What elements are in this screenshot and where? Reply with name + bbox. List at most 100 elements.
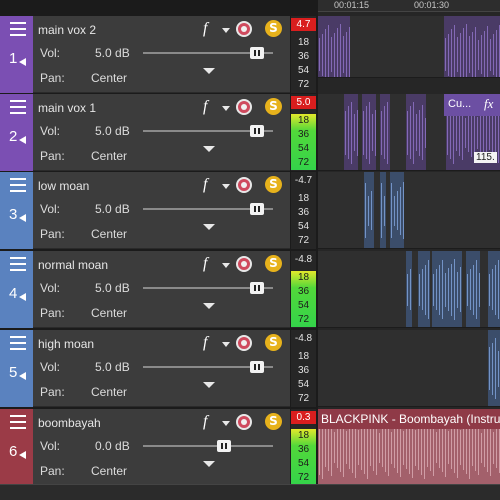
solo-icon[interactable]: S [265,20,282,37]
volume-slider-knob[interactable] [250,361,264,373]
audio-event[interactable] [418,251,430,327]
audio-event[interactable] [380,94,390,170]
fx-icon[interactable]: f [203,98,219,116]
track-arrow-icon [19,214,26,222]
pan-label: Pan: [40,227,65,241]
fx-icon[interactable]: f [203,20,219,38]
audio-event[interactable] [364,172,374,248]
pan-dropdown-icon[interactable] [203,382,215,388]
audio-event[interactable] [362,94,376,170]
fx-dropdown-icon[interactable] [222,28,230,33]
audio-event[interactable] [390,172,404,248]
peak-readout[interactable]: -4.7 [291,174,316,187]
pan-dropdown-icon[interactable] [203,224,215,230]
track-lane[interactable] [318,172,500,249]
clip-fx-icon[interactable]: fx [484,96,493,112]
peak-readout[interactable]: 0.3 [291,411,316,424]
automation-icon[interactable] [236,99,252,115]
audio-event[interactable] [444,16,500,77]
peak-readout[interactable]: 4.7 [291,18,316,31]
pan-dropdown-icon[interactable] [203,303,215,309]
audio-event[interactable] [406,251,412,327]
audio-event[interactable] [488,251,500,327]
track-color-strip[interactable]: 6 [0,409,33,486]
menu-icon[interactable] [10,178,26,192]
automation-icon[interactable] [236,335,252,351]
volume-slider-knob[interactable] [217,440,231,452]
track-color-strip[interactable]: 1 [0,16,33,93]
bottom-scrollbar[interactable] [0,484,500,500]
peak-readout[interactable]: -4.8 [291,253,316,266]
menu-icon[interactable] [10,415,26,429]
pan-dropdown-icon[interactable] [203,461,215,467]
solo-icon[interactable]: S [265,98,282,115]
time-ruler[interactable]: 00:01:15 00:01:30 [318,0,500,12]
menu-icon[interactable] [10,257,26,271]
pan-value: Center [91,385,128,399]
clip-header[interactable]: Cu... fx [444,94,500,116]
track-lane[interactable]: BLACKPINK - Boombayah (Instru [318,409,500,486]
fx-dropdown-icon[interactable] [222,342,230,347]
track-control-panel: main vox 1 f S Vol: 5.0 dB Pan: Center [33,94,290,171]
volume-slider-knob[interactable] [250,203,264,215]
clip-header[interactable]: BLACKPINK - Boombayah (Instru [318,409,500,429]
track-name[interactable]: boombayah [38,416,101,430]
track-color-strip[interactable]: 2 [0,94,33,171]
audio-event[interactable] [380,172,386,248]
audio-event[interactable] [406,94,426,170]
fx-icon[interactable]: f [203,176,219,194]
track-color-strip[interactable]: 4 [0,251,33,328]
fx-dropdown-icon[interactable] [222,421,230,426]
track-control-panel: high moan f S Vol: 5.0 dB Pan: Center [33,330,290,407]
track-lane[interactable]: Cu... fx 115. [318,94,500,171]
track-lane[interactable] [318,16,500,78]
volume-slider[interactable] [143,445,273,447]
automation-icon[interactable] [236,414,252,430]
solo-icon[interactable]: S [265,255,282,272]
fx-dropdown-icon[interactable] [222,263,230,268]
meter-scale: 18 36 54 72 [291,271,316,327]
track-name[interactable]: main vox 1 [38,101,96,115]
track-name[interactable]: high moan [38,337,94,351]
track-name[interactable]: normal moan [38,258,108,272]
volume-slider-knob[interactable] [250,125,264,137]
pan-dropdown-icon[interactable] [203,146,215,152]
fx-icon[interactable]: f [203,413,219,431]
fx-icon[interactable]: f [203,255,219,273]
solo-icon[interactable]: S [265,176,282,193]
peak-readout[interactable]: 5.0 [291,96,316,109]
meter-scale: 18 36 54 72 [291,350,316,406]
audio-event[interactable] [488,330,500,406]
menu-icon[interactable] [10,100,26,114]
pan-dropdown-icon[interactable] [203,68,215,74]
automation-icon[interactable] [236,177,252,193]
clip-title: Cu... [448,98,472,110]
automation-icon[interactable] [236,21,252,37]
fx-dropdown-icon[interactable] [222,106,230,111]
track-lane[interactable] [318,251,500,328]
solo-icon[interactable]: S [265,334,282,351]
meter-scale-label: 54 [297,143,310,154]
volume-slider-knob[interactable] [250,47,264,59]
volume-slider-knob[interactable] [250,282,264,294]
vol-value: 5.0 dB [95,360,130,374]
track-color-strip[interactable]: 5 [0,330,33,407]
meter-scale-label: 72 [297,314,310,325]
menu-icon[interactable] [10,336,26,350]
audio-event[interactable] [432,251,462,327]
audio-event[interactable] [466,251,480,327]
automation-icon[interactable] [236,256,252,272]
pan-label: Pan: [40,464,65,478]
menu-icon[interactable] [10,22,26,36]
peak-readout[interactable]: -4.8 [291,332,316,345]
meter-scale: 18 36 54 72 [291,36,316,92]
fx-icon[interactable]: f [203,334,219,352]
track-name[interactable]: low moan [38,179,89,193]
audio-event[interactable] [344,94,358,170]
track-color-strip[interactable]: 3 [0,172,33,249]
audio-event[interactable] [318,16,350,77]
track-lane[interactable] [318,330,500,407]
fx-dropdown-icon[interactable] [222,184,230,189]
solo-icon[interactable]: S [265,413,282,430]
track-name[interactable]: main vox 2 [38,23,96,37]
